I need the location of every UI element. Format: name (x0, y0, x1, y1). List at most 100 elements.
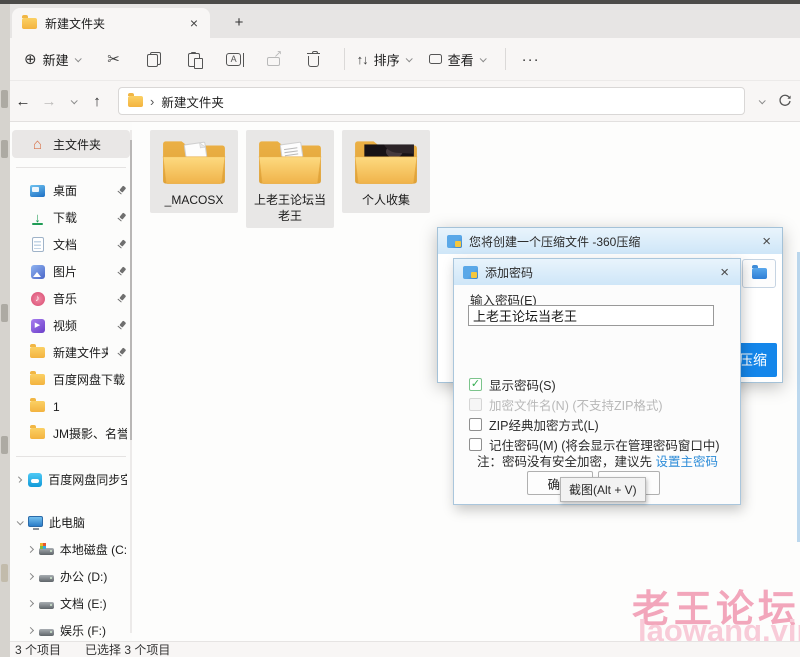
chevron-right-icon[interactable] (27, 573, 34, 580)
folder-icon (30, 374, 45, 385)
checkbox-icon[interactable] (469, 418, 482, 431)
file-name: 上老王论坛当老王 (250, 193, 330, 224)
sidebar-item-this-pc[interactable]: 此电脑 (10, 509, 132, 536)
more-button[interactable]: ··· (522, 51, 540, 68)
file-name: 个人收集 (362, 193, 410, 209)
folder-icon (128, 96, 143, 107)
sidebar-item-music[interactable]: ♪ 音乐 (10, 285, 132, 312)
chevron-right-icon[interactable] (16, 476, 23, 483)
chevron-right-icon[interactable] (27, 627, 34, 634)
checkbox-label: ZIP经典加密方式(L) (489, 415, 599, 434)
file-name: _MACOSX (165, 193, 224, 209)
close-icon[interactable]: × (718, 265, 731, 280)
chevron-right-icon[interactable] (27, 546, 34, 553)
rename-button[interactable]: A (222, 47, 246, 71)
sidebar-item-drive-d[interactable]: 办公 (D:) (10, 563, 132, 590)
folder-with-image-icon (353, 136, 419, 190)
sidebar-item-1[interactable]: 1 (10, 393, 132, 420)
item-count: 3 个项目 (15, 641, 61, 657)
chevron-down-icon[interactable] (17, 518, 24, 525)
sidebar-item-jm[interactable]: JM摄影、名誉伴 (10, 420, 132, 447)
separator (16, 167, 126, 168)
tab-close-icon[interactable]: × (188, 16, 200, 30)
pin-icon (116, 185, 127, 196)
sidebar-item-downloads[interactable]: ↓ 下载 (10, 204, 132, 231)
paste-button[interactable] (182, 47, 206, 71)
drive-icon (39, 596, 54, 611)
new-button[interactable]: ⊕ 新建 (24, 50, 80, 69)
delete-button[interactable] (302, 47, 326, 71)
compress-dialog-titlebar[interactable]: 您将创建一个压缩文件 -360压缩 × (438, 228, 782, 254)
this-pc-icon (28, 515, 43, 530)
scrollbar[interactable] (130, 130, 132, 633)
folder-with-document-icon (161, 136, 227, 190)
sort-button-label: 排序 (374, 50, 400, 69)
view-icon (429, 54, 442, 64)
breadcrumb[interactable]: › 新建文件夹 (118, 87, 745, 115)
zip-classic-encryption-checkbox[interactable]: ZIP经典加密方式(L) (469, 414, 720, 434)
chevron-down-icon (74, 55, 81, 62)
sidebar-item-pictures[interactable]: 图片 (10, 258, 132, 285)
trash-icon (308, 56, 319, 67)
browse-folder-button[interactable] (742, 259, 776, 288)
status-bar: 3 个项目 已选择 3 个项目 (10, 641, 800, 657)
refresh-button[interactable] (778, 94, 792, 108)
chevron-right-icon[interactable] (27, 600, 34, 607)
drive-icon (39, 542, 54, 557)
add-password-titlebar[interactable]: 添加密码 × (454, 259, 740, 285)
tab-title: 新建文件夹 (45, 15, 180, 32)
add-password-title: 添加密码 (485, 264, 711, 281)
home-icon: ⌂ (30, 137, 45, 152)
sidebar-item-home[interactable]: ⌂ 主文件夹 (12, 130, 130, 158)
sort-arrows-icon: ↑↓ (357, 52, 368, 67)
view-button[interactable]: 查看 (429, 50, 485, 69)
folder-with-text-document-icon (257, 136, 323, 190)
up-button[interactable]: ↑ (84, 93, 110, 110)
back-button[interactable]: ← (10, 93, 36, 110)
chevron-down-icon (70, 97, 77, 104)
show-password-checkbox[interactable]: ✓ 显示密码(S) (469, 374, 720, 394)
sidebar-item-drive-e[interactable]: 文档 (E:) (10, 590, 132, 617)
pin-icon (116, 293, 127, 304)
sidebar-item-baidu-download[interactable]: 百度网盘下载 (10, 366, 132, 393)
address-dropdown-icon[interactable] (759, 97, 766, 104)
sidebar-item-videos[interactable]: ▶ 视频 (10, 312, 132, 339)
cloud-sync-icon (27, 472, 42, 487)
set-master-password-link[interactable]: 设置主密码 (655, 455, 718, 469)
tab-new-folder[interactable]: 新建文件夹 × (12, 8, 210, 38)
folder-tile-personal[interactable]: 个人收集 (342, 130, 430, 213)
password-input[interactable] (468, 305, 714, 326)
breadcrumb-path[interactable]: 新建文件夹 (161, 92, 224, 111)
paste-icon (188, 53, 200, 67)
share-icon: ↗ (267, 57, 280, 66)
share-button[interactable]: ↗ (262, 47, 286, 71)
checkbox-disabled-icon (469, 398, 482, 411)
recent-locations-button[interactable] (62, 99, 84, 104)
screenshot-tooltip: 截图(Alt + V) (560, 477, 646, 502)
pin-icon (116, 212, 127, 223)
sidebar-item-drive-c[interactable]: 本地磁盘 (C:) (10, 536, 132, 563)
sort-button[interactable]: ↑↓ 排序 (357, 50, 411, 69)
folder-tile-laowang[interactable]: 上老王论坛当老王 (246, 130, 334, 228)
copy-button[interactable] (142, 47, 166, 71)
scissors-icon: ✂ (107, 50, 120, 68)
folder-tile-macosx[interactable]: _MACOSX (150, 130, 238, 213)
separator (505, 48, 506, 70)
drive-icon (39, 569, 54, 584)
new-tab-button[interactable]: + (228, 11, 250, 33)
forward-button[interactable]: → (36, 93, 62, 110)
plus-icon: ⊕ (24, 50, 37, 68)
close-icon[interactable]: × (760, 234, 773, 249)
tab-bar: 新建文件夹 × + (10, 4, 800, 38)
checkbox-icon[interactable] (469, 438, 482, 451)
sidebar-item-new-folder[interactable]: 新建文件夹 (10, 339, 132, 366)
checkbox-checked-icon[interactable]: ✓ (469, 378, 482, 391)
sidebar-item-drive-f[interactable]: 娱乐 (F:) (10, 617, 132, 641)
cut-button[interactable]: ✂ (102, 47, 126, 71)
zip-app-icon (463, 266, 478, 279)
pictures-icon (30, 264, 45, 279)
sidebar-item-documents[interactable]: 文档 (10, 231, 132, 258)
breadcrumb-separator-icon: › (150, 94, 154, 109)
sidebar-item-baidu-sync[interactable]: 百度网盘同步空间 (10, 466, 132, 493)
sidebar-item-desktop[interactable]: 桌面 (10, 177, 132, 204)
